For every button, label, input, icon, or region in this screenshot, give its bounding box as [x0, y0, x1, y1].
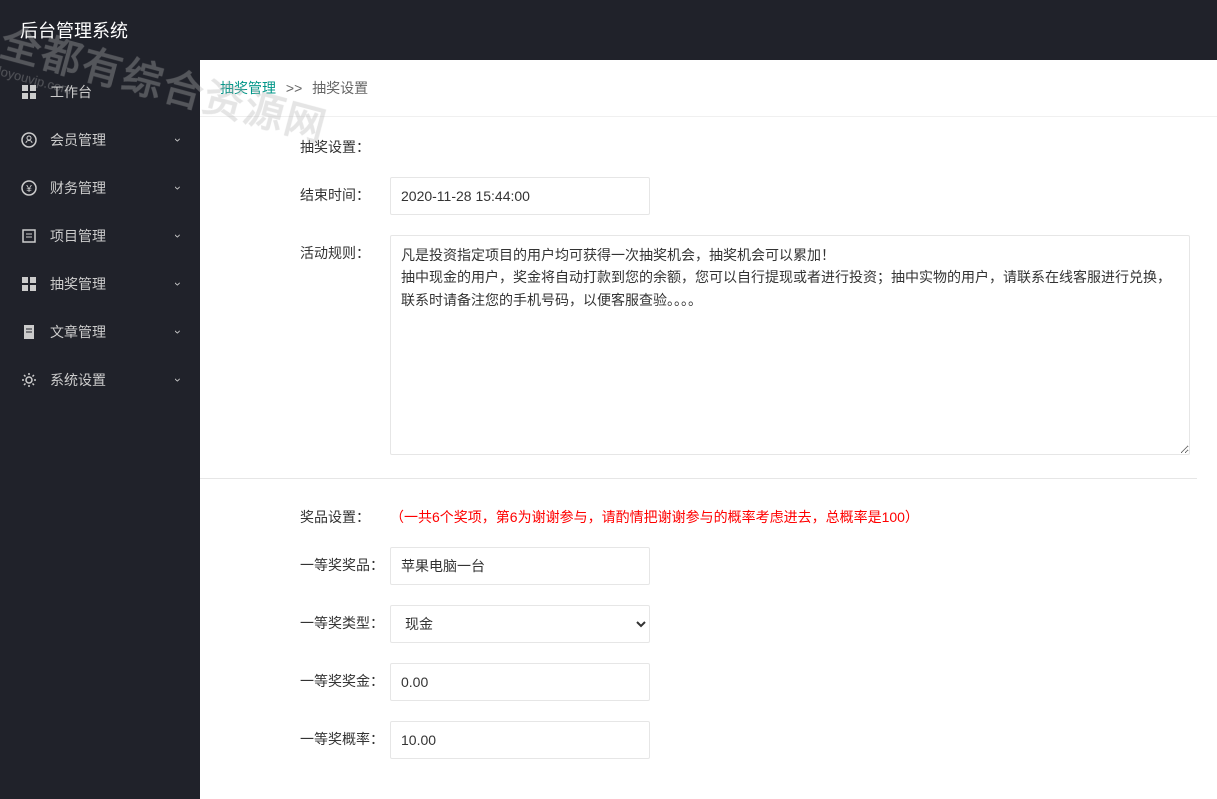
- project-icon: [20, 227, 38, 245]
- divider: [200, 478, 1197, 479]
- sidebar-item-label: 项目管理: [50, 226, 176, 246]
- form: 抽奖设置： 结束时间： 活动规则： 奖品设置： （一共6个奖项，第6为谢谢参与，…: [200, 117, 1217, 799]
- sidebar-item-article[interactable]: 文章管理 ›: [0, 308, 200, 356]
- sidebar-item-project[interactable]: 项目管理 ›: [0, 212, 200, 260]
- prize1-prob-label: 一等奖概率：: [300, 721, 390, 749]
- chevron-down-icon: ›: [171, 378, 185, 382]
- chevron-down-icon: ›: [171, 282, 185, 286]
- prize1-prob-input[interactable]: [390, 721, 650, 759]
- gear-icon: [20, 371, 38, 389]
- prize1-money-label: 一等奖奖金：: [300, 663, 390, 691]
- section-label-lottery: 抽奖设置：: [300, 137, 390, 157]
- sidebar-item-label: 会员管理: [50, 130, 176, 150]
- prize1-type-label: 一等奖类型：: [300, 605, 390, 633]
- breadcrumb: 抽奖管理 >> 抽奖设置: [200, 60, 1217, 117]
- sidebar-item-label: 工作台: [50, 82, 180, 102]
- app-title: 后台管理系统: [20, 17, 128, 43]
- sidebar-item-lottery[interactable]: 抽奖管理 ›: [0, 260, 200, 308]
- sidebar: 工作台 会员管理 › ¥ 财务管理 › 项目管理 ›: [0, 60, 200, 799]
- end-time-label: 结束时间：: [300, 177, 390, 205]
- rules-textarea[interactable]: [390, 235, 1190, 455]
- chevron-down-icon: ›: [171, 138, 185, 142]
- prize1-name-input[interactable]: [390, 547, 650, 585]
- breadcrumb-sep: >>: [286, 80, 302, 96]
- prize-help-text: （一共6个奖项，第6为谢谢参与，请酌情把谢谢参与的概率考虑进去，总概率是100）: [390, 499, 919, 527]
- sidebar-item-label: 系统设置: [50, 370, 176, 390]
- rules-label: 活动规则：: [300, 235, 390, 263]
- sidebar-item-label: 财务管理: [50, 178, 176, 198]
- article-icon: [20, 323, 38, 341]
- prize1-name-label: 一等奖奖品：: [300, 547, 390, 575]
- prize-section-label: 奖品设置：: [300, 499, 390, 527]
- user-icon: [20, 131, 38, 149]
- sidebar-item-label: 文章管理: [50, 322, 176, 342]
- sidebar-item-member[interactable]: 会员管理 ›: [0, 116, 200, 164]
- header: 后台管理系统: [0, 0, 1217, 60]
- sidebar-item-workbench[interactable]: 工作台: [0, 68, 200, 116]
- money-icon: ¥: [20, 179, 38, 197]
- prize1-type-select[interactable]: 现金: [390, 605, 650, 643]
- sidebar-item-finance[interactable]: ¥ 财务管理 ›: [0, 164, 200, 212]
- breadcrumb-link[interactable]: 抽奖管理: [220, 80, 276, 96]
- lottery-icon: [20, 275, 38, 293]
- sidebar-item-label: 抽奖管理: [50, 274, 176, 294]
- chevron-down-icon: ›: [171, 234, 185, 238]
- end-time-input[interactable]: [390, 177, 650, 215]
- main-content: 抽奖管理 >> 抽奖设置 抽奖设置： 结束时间： 活动规则：: [200, 60, 1217, 799]
- prize1-money-input[interactable]: [390, 663, 650, 701]
- chevron-down-icon: ›: [171, 186, 185, 190]
- breadcrumb-current: 抽奖设置: [312, 80, 368, 96]
- chevron-down-icon: ›: [171, 330, 185, 334]
- svg-text:¥: ¥: [25, 184, 32, 195]
- sidebar-item-settings[interactable]: 系统设置 ›: [0, 356, 200, 404]
- grid-icon: [20, 83, 38, 101]
